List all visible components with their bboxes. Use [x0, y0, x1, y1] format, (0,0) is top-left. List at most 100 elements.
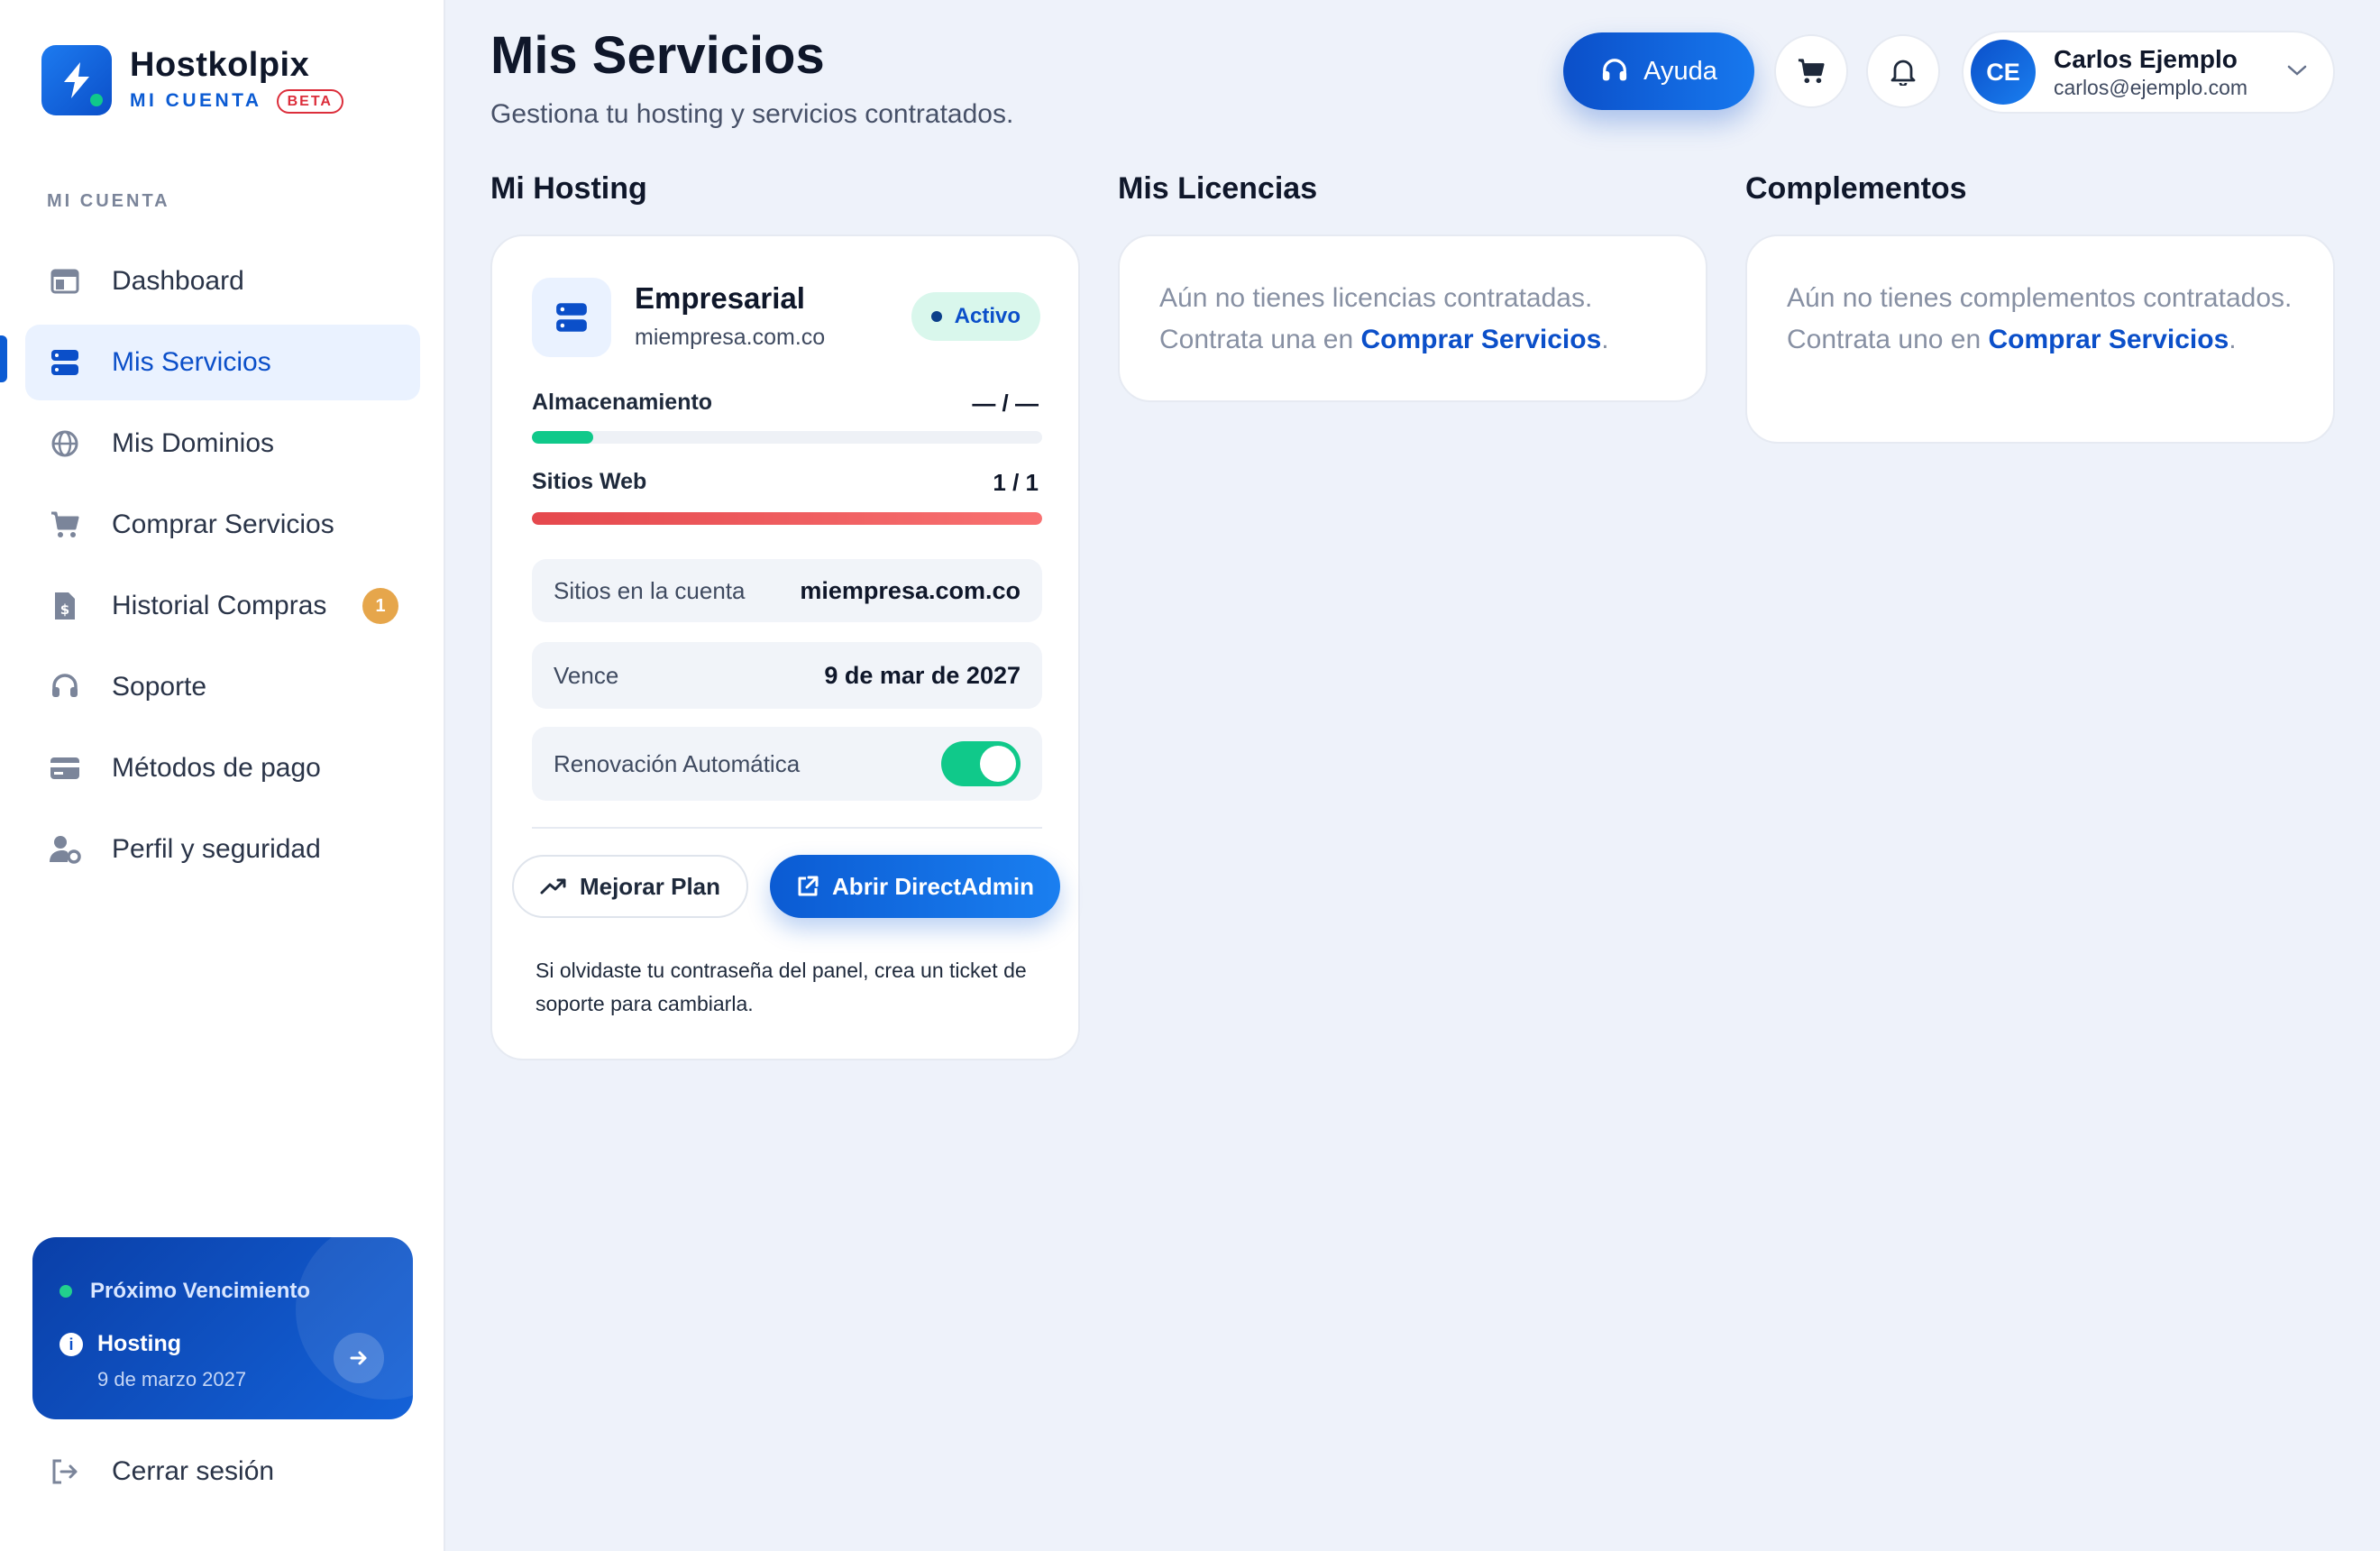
sidebar: Hostkolpix MI CUENTA BETA MI CUENTA Dash… [0, 0, 445, 1551]
addons-section-title: Complementos [1745, 171, 1967, 206]
avatar: CE [1971, 40, 2036, 105]
expires-value: 9 de mar de 2027 [824, 661, 1021, 689]
arrow-right-icon[interactable] [334, 1333, 384, 1383]
sites-progress-fill [532, 512, 1042, 525]
auto-renew-toggle[interactable] [941, 741, 1021, 786]
notification-count-badge: 1 [362, 588, 398, 624]
brand-subtitle: MI CUENTA [130, 90, 262, 111]
sidebar-item-soporte[interactable]: Soporte [25, 649, 420, 725]
divider [532, 827, 1042, 829]
plan-name: Empresarial [635, 281, 805, 315]
due-card-title: Próximo Vencimiento [90, 1279, 311, 1303]
storage-label: Almacenamiento [532, 390, 713, 415]
brand[interactable]: Hostkolpix MI CUENTA BETA [41, 45, 343, 115]
sidebar-item-metodos-de-pago[interactable]: Métodos de pago [25, 730, 420, 806]
sites-progress-bar [532, 512, 1042, 525]
upgrade-plan-label: Mejorar Plan [579, 872, 721, 900]
status-badge: Activo [911, 292, 1040, 341]
licenses-section-title: Mis Licencias [1118, 171, 1318, 206]
licenses-card: Aún no tienes licencias contratadas. Con… [1118, 234, 1707, 402]
sidebar-item-label: Soporte [112, 672, 207, 702]
external-link-icon [796, 875, 819, 898]
licenses-empty-suffix: . [1601, 325, 1609, 354]
upgrade-plan-button[interactable]: Mejorar Plan [512, 855, 748, 918]
addons-card: Aún no tienes complementos contratados. … [1745, 234, 2335, 444]
due-date: 9 de marzo 2027 [97, 1368, 247, 1390]
bell-icon [1890, 57, 1917, 86]
status-label: Activo [954, 304, 1021, 328]
storage-value: — / — [972, 390, 1039, 417]
sidebar-item-historial-compras[interactable]: $ Historial Compras 1 [25, 568, 420, 644]
sidebar-item-mis-dominios[interactable]: Mis Dominios [25, 406, 420, 482]
logout-button[interactable]: Cerrar sesión [49, 1455, 274, 1488]
trending-up-icon [540, 877, 567, 895]
addons-empty-text: Aún no tienes complementos contratados. … [1787, 278, 2293, 361]
invoice-icon: $ [49, 590, 81, 622]
user-menu[interactable]: CE Carlos Ejemplo carlos@ejemplo.com [1962, 31, 2335, 114]
page-subtitle: Gestiona tu hosting y servicios contrata… [490, 99, 1014, 129]
server-icon [49, 346, 81, 379]
status-dot [60, 1285, 72, 1298]
info-icon: i [60, 1333, 83, 1356]
headset-icon [49, 671, 81, 703]
buy-services-link[interactable]: Comprar Servicios [1989, 325, 2229, 354]
help-button[interactable]: Ayuda [1563, 32, 1754, 110]
addons-empty-suffix: . [2229, 325, 2237, 354]
password-note: Si olvidaste tu contraseña del panel, cr… [536, 959, 1027, 1015]
cart-button[interactable] [1774, 34, 1848, 108]
bolt-logo-icon [41, 45, 112, 115]
expires-label: Vence [554, 661, 619, 689]
sites-in-account-value: miempresa.com.co [800, 576, 1021, 604]
auto-renew-row: Renovación Automática [532, 727, 1042, 801]
brand-name: Hostkolpix [130, 45, 310, 84]
open-directadmin-label: Abrir DirectAdmin [832, 872, 1034, 900]
sidebar-item-comprar-servicios[interactable]: Comprar Servicios [25, 487, 420, 563]
sidebar-item-dashboard[interactable]: Dashboard [25, 243, 420, 319]
sidebar-item-label: Métodos de pago [112, 753, 321, 783]
sidebar-item-label: Mis Servicios [112, 347, 271, 377]
user-gear-icon [49, 833, 81, 866]
sites-in-account-row: Sitios en la cuenta miempresa.com.co [532, 559, 1042, 622]
licenses-empty-text: Aún no tienes licencias contratadas. Con… [1159, 278, 1666, 361]
notifications-button[interactable] [1866, 34, 1940, 108]
sidebar-item-label: Historial Compras [112, 591, 327, 620]
storage-progress-bar [532, 431, 1042, 444]
hosting-section-title: Mi Hosting [490, 171, 647, 206]
expires-row: Vence 9 de mar de 2027 [532, 642, 1042, 709]
buy-services-link[interactable]: Comprar Servicios [1361, 325, 1602, 354]
server-icon [532, 278, 611, 357]
sidebar-item-label: Mis Dominios [112, 428, 275, 458]
user-name: Carlos Ejemplo [2054, 44, 2238, 73]
sites-label: Sitios Web [532, 469, 647, 494]
credit-card-icon [49, 752, 81, 785]
cart-icon [49, 509, 81, 541]
next-due-card[interactable]: Próximo Vencimiento i Hosting 9 de marzo… [32, 1237, 413, 1419]
sidebar-item-label: Dashboard [112, 266, 244, 296]
headset-icon [1600, 58, 1629, 85]
sites-in-account-label: Sitios en la cuenta [554, 576, 746, 604]
user-email: carlos@ejemplo.com [2054, 75, 2248, 99]
hosting-card: Empresarial miempresa.com.co Activo Alma… [490, 234, 1080, 1060]
sidebar-item-perfil-y-seguridad[interactable]: Perfil y seguridad [25, 812, 420, 887]
svg-text:$: $ [60, 601, 69, 618]
beta-badge: BETA [276, 88, 343, 114]
due-item: Hosting [97, 1331, 182, 1356]
sidebar-nav: Dashboard Mis Servicios Mis Dominios Com… [0, 243, 420, 893]
page-title: Mis Servicios [490, 26, 825, 85]
sidebar-item-label: Comprar Servicios [112, 509, 334, 539]
sidebar-item-mis-servicios[interactable]: Mis Servicios [25, 325, 420, 400]
dashboard-icon [49, 265, 81, 298]
help-button-label: Ayuda [1643, 56, 1717, 86]
storage-progress-fill [532, 431, 593, 444]
open-directadmin-button[interactable]: Abrir DirectAdmin [770, 855, 1060, 918]
logout-icon [49, 1455, 81, 1488]
logout-label: Cerrar sesión [112, 1456, 275, 1486]
sidebar-section-label: MI CUENTA [47, 191, 170, 211]
chevron-down-icon [2286, 63, 2308, 82]
cart-icon [1796, 58, 1826, 85]
plan-domain: miempresa.com.co [635, 325, 826, 350]
active-indicator [0, 335, 7, 382]
auto-renew-label: Renovación Automática [554, 749, 801, 777]
globe-icon [49, 427, 81, 460]
sites-value: 1 / 1 [993, 469, 1039, 496]
